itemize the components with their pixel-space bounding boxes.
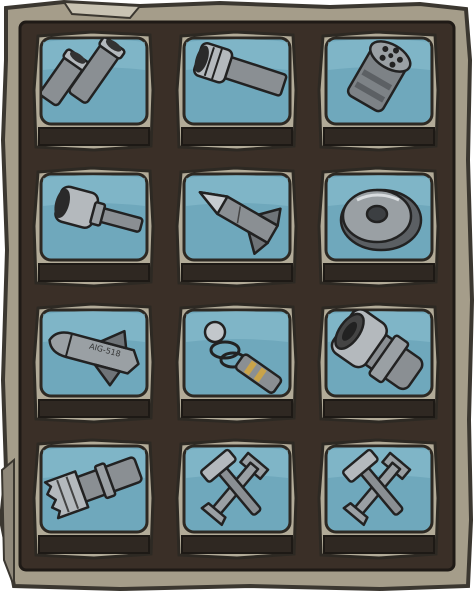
weapon-slot-twin-cannon[interactable]	[32, 30, 156, 152]
slot-label	[182, 265, 292, 280]
slot-label	[324, 537, 434, 552]
slot-label	[39, 265, 149, 280]
weapon-slot-locked-2[interactable]	[317, 438, 441, 560]
heavy-cannon-icon	[192, 41, 288, 97]
slot-label	[39, 537, 149, 552]
rocket-icon	[198, 191, 282, 256]
slot-label	[39, 129, 149, 144]
weapon-slot-short-cannon[interactable]	[32, 166, 156, 288]
slot-label	[324, 401, 434, 416]
laser-barrel-icon	[43, 456, 143, 520]
plasma-cannon-icon	[330, 310, 424, 391]
wrench-hammer-icon	[342, 448, 412, 527]
slot-label	[182, 537, 292, 552]
missile-icon: AIG-518	[48, 329, 140, 387]
weapon-slot-rocket[interactable]	[175, 166, 299, 288]
weapon-slot-laser-barrel[interactable]	[32, 438, 156, 560]
weapon-slot-locked-1[interactable]	[175, 438, 299, 560]
short-cannon-icon	[54, 185, 144, 233]
wrench-hammer-icon	[200, 448, 270, 527]
weapon-slot-heavy-cannon[interactable]	[175, 30, 299, 152]
slot-label	[324, 265, 434, 280]
weapon-slot-missile[interactable]: AIG-518	[32, 302, 156, 424]
twin-cannon-icon	[42, 38, 126, 107]
tesla-coil-icon	[203, 320, 283, 394]
mine-icon	[339, 188, 423, 252]
weapon-slot-mine[interactable]	[317, 166, 441, 288]
weapon-slot-tesla-coil[interactable]	[175, 302, 299, 424]
weapon-grid: AIG-518	[0, 0, 474, 591]
weapon-slot-plasma-cannon[interactable]	[317, 302, 441, 424]
weapon-slot-gatling-gun[interactable]	[317, 30, 441, 152]
slot-label	[324, 129, 434, 144]
slot-label	[182, 401, 292, 416]
slot-label	[39, 401, 149, 416]
slot-label	[182, 129, 292, 144]
gatling-gun-icon	[346, 40, 412, 113]
